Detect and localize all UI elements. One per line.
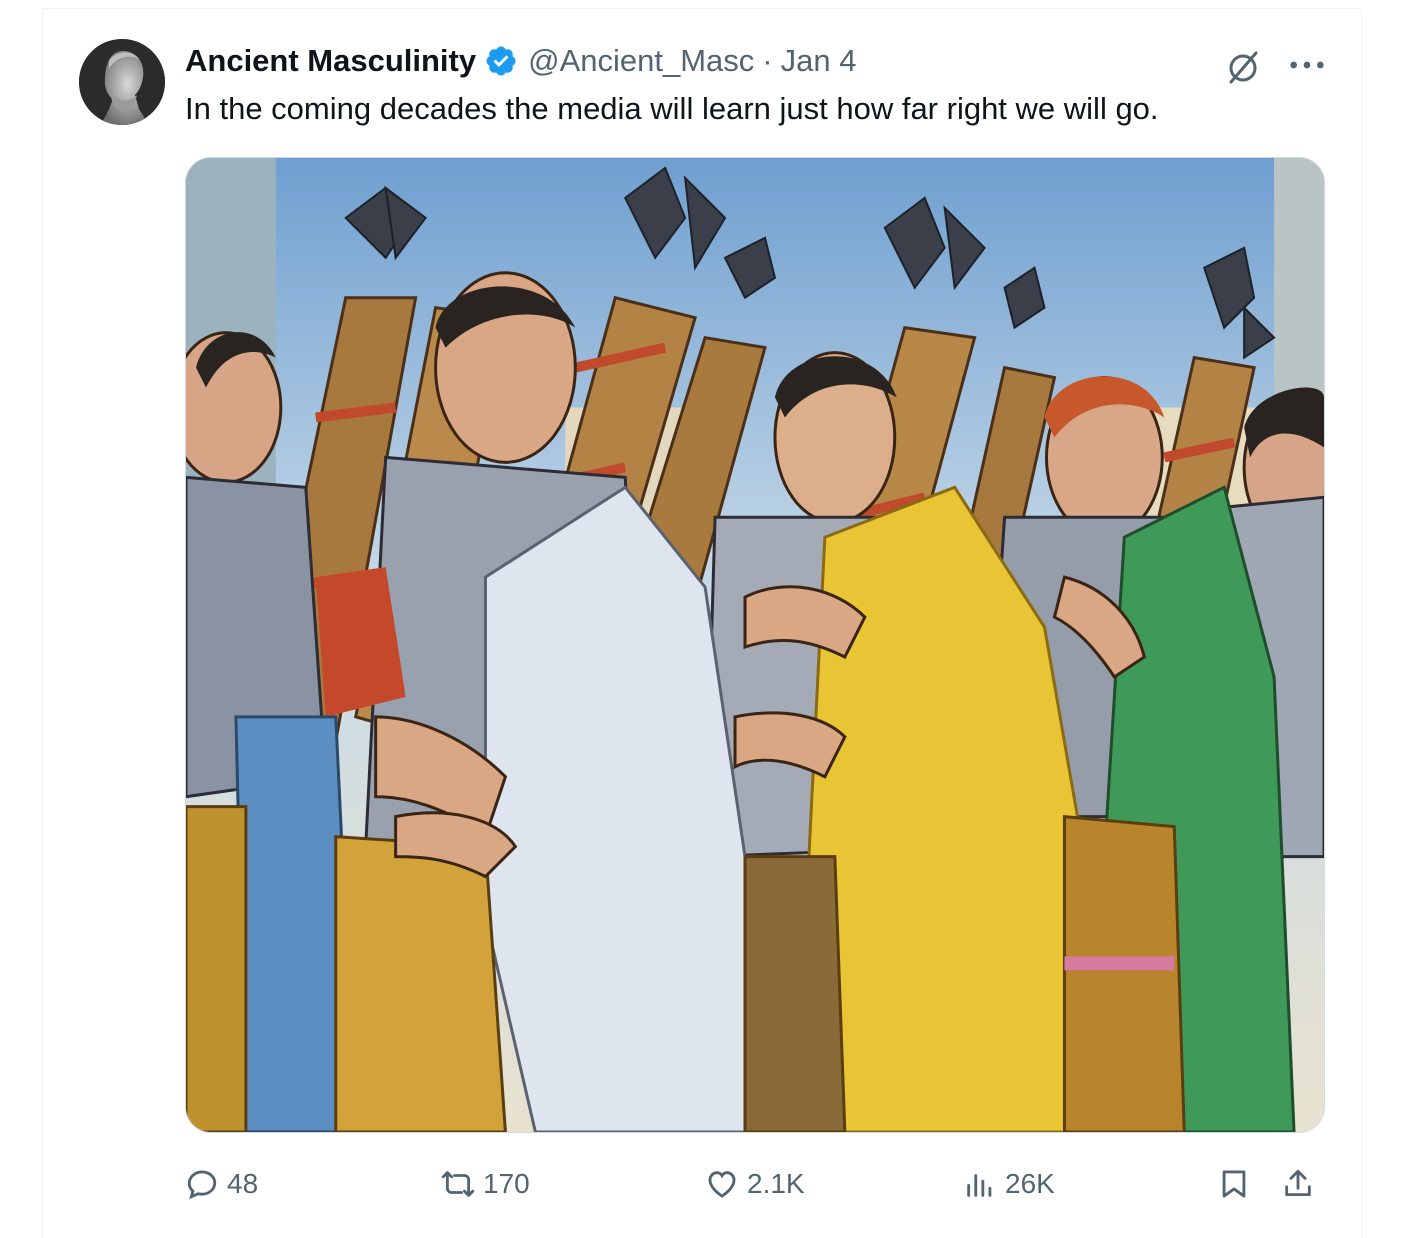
tweet-card[interactable]: Ancient Masculinity @Ancient_Masc · Jan … [42, 8, 1362, 1238]
repost-icon [441, 1171, 475, 1197]
bookmark-icon [1222, 1170, 1246, 1198]
reply-count: 48 [227, 1168, 259, 1199]
verified-badge-icon[interactable] [484, 44, 518, 78]
like-count: 2.1K [747, 1168, 805, 1199]
tweet-header: Ancient Masculinity @Ancient_Masc · Jan … [185, 39, 856, 83]
grok-icon[interactable] [1223, 47, 1263, 87]
heart-icon [708, 1171, 736, 1198]
avatar[interactable] [79, 39, 165, 125]
tweet-date[interactable]: Jan 4 [781, 43, 857, 79]
views-button[interactable]: 26K [963, 1159, 1055, 1209]
view-count: 26K [1005, 1168, 1055, 1199]
tweet-image[interactable] [185, 157, 1325, 1133]
author-handle[interactable]: @Ancient_Masc [528, 43, 754, 79]
share-icon [1285, 1169, 1311, 1197]
like-button[interactable]: 2.1K [705, 1159, 805, 1209]
more-icon[interactable] [1285, 45, 1329, 85]
share-button[interactable] [1281, 1159, 1315, 1209]
reply-button[interactable]: 48 [185, 1159, 258, 1209]
separator-dot: · [762, 43, 773, 78]
repost-count: 170 [483, 1168, 530, 1199]
bookmark-button[interactable] [1217, 1159, 1251, 1209]
action-bar: 48 170 2.1K 26K [185, 1159, 1325, 1209]
author-name[interactable]: Ancient Masculinity [185, 43, 476, 79]
repost-button[interactable]: 170 [441, 1159, 530, 1209]
views-icon [967, 1174, 992, 1197]
reply-icon [187, 1170, 217, 1200]
tweet-text: In the coming decades the media will lea… [185, 91, 1159, 126]
